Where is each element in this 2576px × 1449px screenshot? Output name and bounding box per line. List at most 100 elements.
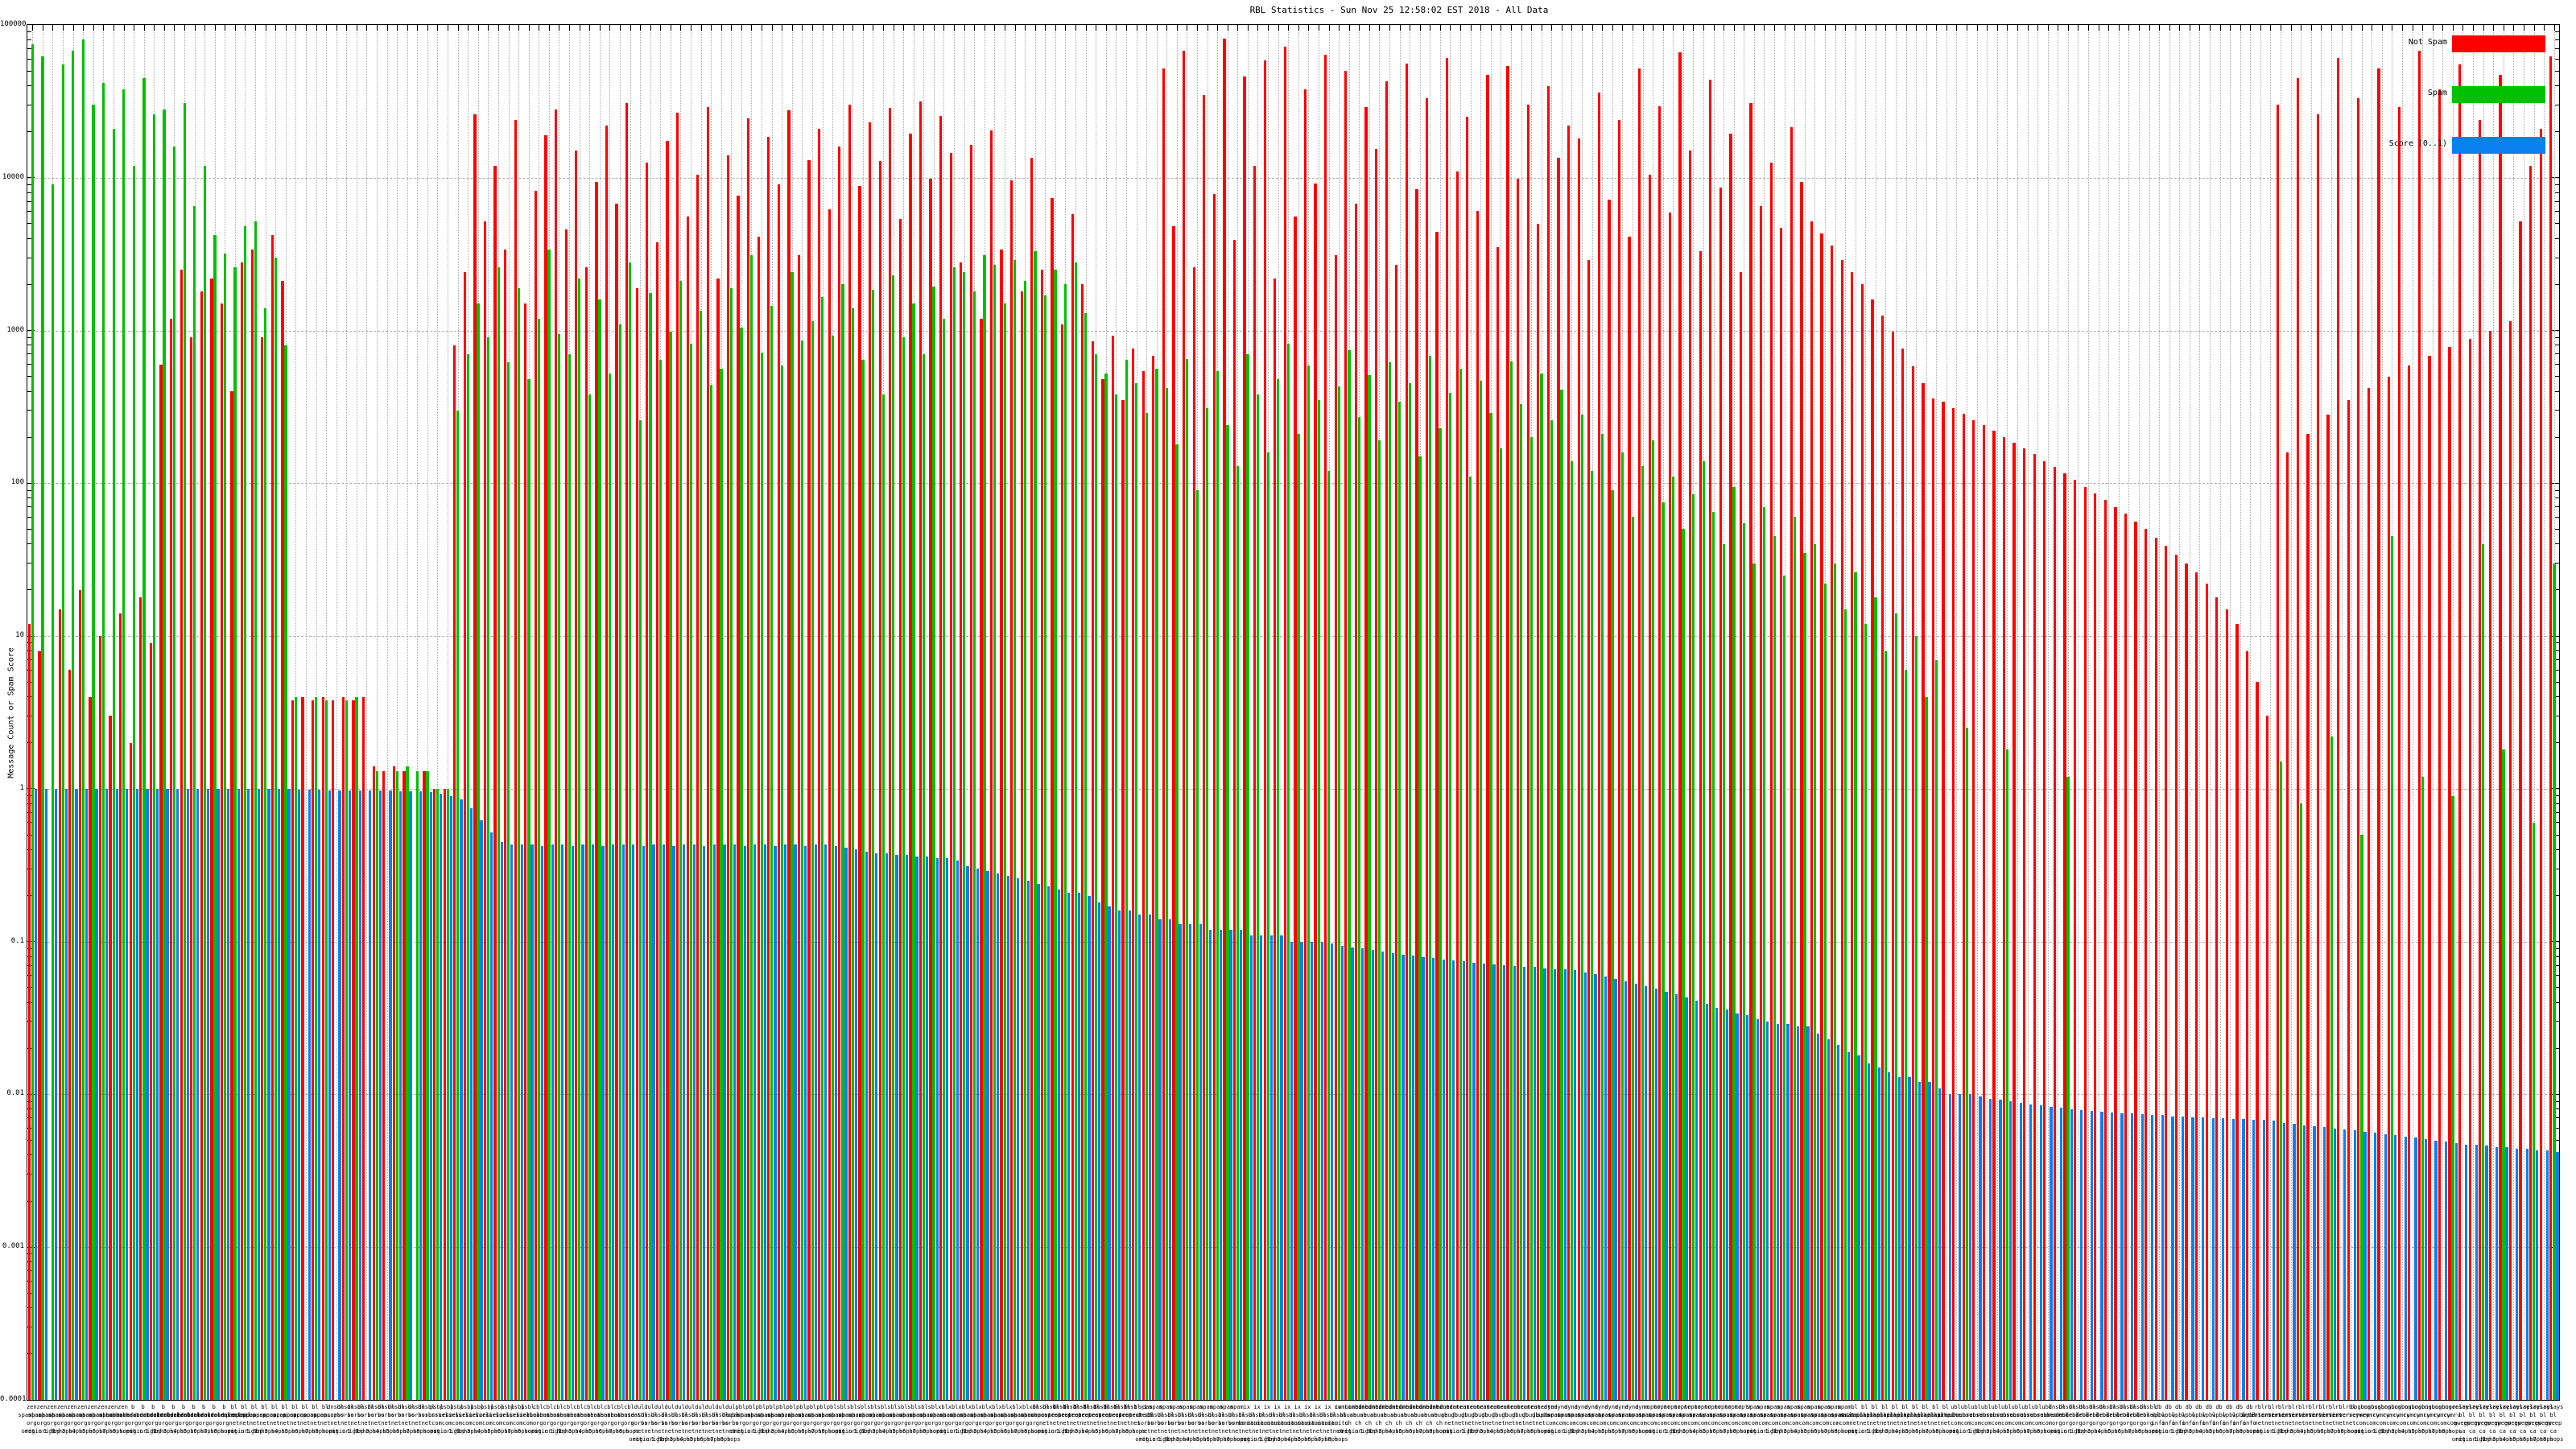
x-axis-top-tick — [589, 25, 591, 31]
y-axis-tick-mark — [2555, 184, 2559, 185]
bar-not-spam — [1283, 47, 1286, 1400]
bar-not-spam — [584, 266, 588, 1400]
bar-spam — [1611, 490, 1614, 1400]
bar-spam — [1408, 383, 1412, 1400]
bar-not-spam — [2448, 347, 2451, 1400]
bar-score — [2313, 1125, 2316, 1400]
bar-spam — [1530, 437, 1533, 1400]
rbl-statistics-chart: RBL Statistics - Sun Nov 25 12:58:02 EST… — [0, 0, 2576, 1449]
x-axis-top-tick — [964, 25, 965, 31]
bar-score — [2384, 1133, 2387, 1400]
bar-not-spam — [139, 597, 142, 1400]
bar-score — [1959, 1094, 1962, 1400]
x-axis-top-tick — [1298, 25, 1299, 31]
bar-not-spam — [1223, 39, 1226, 1400]
x-axis-top-tick — [1490, 25, 1492, 31]
bar-not-spam — [595, 181, 598, 1400]
x-axis-top-tick — [569, 25, 571, 31]
bar-spam — [213, 235, 217, 1400]
bar-not-spam — [2397, 107, 2401, 1400]
bar-score — [378, 791, 382, 1400]
y-axis-tick-mark — [2555, 1108, 2559, 1110]
x-axis-top-tick — [63, 25, 64, 31]
x-axis-top-tick — [2351, 25, 2353, 31]
bar-score — [2080, 1109, 2083, 1400]
y-axis-tick-mark — [2555, 811, 2559, 813]
x-axis-top-tick — [457, 25, 459, 31]
bar-score — [540, 846, 544, 1400]
bar-score — [2282, 1122, 2285, 1400]
bar-score — [2333, 1128, 2336, 1400]
x-axis-top-tick — [397, 25, 398, 31]
bar-score — [308, 789, 311, 1400]
x-axis-top-tick — [1682, 25, 1684, 31]
bar-score — [1311, 941, 1314, 1400]
bar-score — [2252, 1120, 2256, 1400]
bar-not-spam — [1334, 255, 1337, 1400]
bar-score — [1422, 957, 1425, 1400]
vertical-gridline — [366, 25, 368, 1400]
bar-spam — [1459, 369, 1462, 1400]
x-tick-label: relays bl gweep ca 8 hops — [2543, 1404, 2564, 1443]
x-axis-top-tick — [214, 25, 216, 31]
x-axis-top-tick — [1116, 25, 1117, 31]
bar-score — [469, 807, 473, 1400]
bar-score — [328, 790, 332, 1400]
x-axis-top-tick — [1996, 25, 1998, 31]
bar-score — [2394, 1135, 2397, 1400]
x-axis-top-tick — [508, 25, 510, 31]
x-axis-top-tick — [548, 25, 550, 31]
bar-score — [1280, 935, 1283, 1400]
x-axis-top-tick — [731, 25, 733, 31]
bar-score — [1168, 919, 1172, 1400]
x-axis-top-tick — [1582, 25, 1583, 31]
bar-not-spam — [1364, 107, 1368, 1400]
bar-not-spam — [1729, 133, 1732, 1400]
bar-score — [763, 844, 766, 1400]
bar-spam — [679, 281, 683, 1400]
bar-score — [318, 789, 321, 1400]
bar-not-spam — [1982, 425, 1985, 1400]
bar-score — [1006, 875, 1009, 1400]
bar-not-spam — [463, 272, 466, 1400]
bar-spam — [375, 771, 378, 1400]
bar-not-spam — [787, 110, 791, 1400]
x-axis-top-tick — [1865, 25, 1867, 31]
bar-spam — [112, 128, 115, 1400]
bar-spam — [1620, 452, 1624, 1400]
bar-not-spam — [2428, 356, 2431, 1400]
x-axis-top-tick — [2078, 25, 2079, 31]
bar-score — [480, 820, 483, 1400]
x-axis-top-tick — [933, 25, 935, 31]
x-axis-top-tick — [2199, 25, 2201, 31]
y-axis-tick-mark — [2555, 528, 2559, 530]
bar-score — [1381, 952, 1385, 1400]
bar-spam — [1216, 371, 1219, 1400]
bar-not-spam — [878, 161, 881, 1400]
x-axis-top-tick — [1470, 25, 1472, 31]
bar-spam — [1185, 359, 1189, 1400]
bar-not-spam — [2479, 119, 2482, 1400]
bar-spam — [1885, 650, 1888, 1400]
bar-spam — [1571, 460, 1574, 1400]
bar-spam — [1155, 369, 1158, 1400]
bar-score — [581, 844, 584, 1400]
bar-not-spam — [1030, 158, 1034, 1400]
bar-score — [1837, 1045, 1840, 1400]
bar-spam — [1550, 419, 1554, 1400]
bar-score — [2516, 1149, 2519, 1400]
bar-not-spam — [1972, 419, 1975, 1400]
x-axis-top-tick — [974, 25, 976, 31]
bar-not-spam — [2002, 437, 2006, 1400]
bar-not-spam — [757, 237, 760, 1400]
bar-not-spam — [2347, 400, 2350, 1400]
x-axis-top-tick — [1125, 25, 1127, 31]
bar-not-spam — [423, 771, 426, 1400]
bar-spam — [1712, 511, 1715, 1400]
bar-not-spam — [250, 249, 254, 1400]
bar-not-spam — [1537, 223, 1540, 1400]
vertical-gridline — [305, 25, 307, 1400]
bar-spam — [1195, 490, 1199, 1400]
x-axis-top-tick — [741, 25, 742, 31]
bar-spam — [932, 286, 935, 1400]
